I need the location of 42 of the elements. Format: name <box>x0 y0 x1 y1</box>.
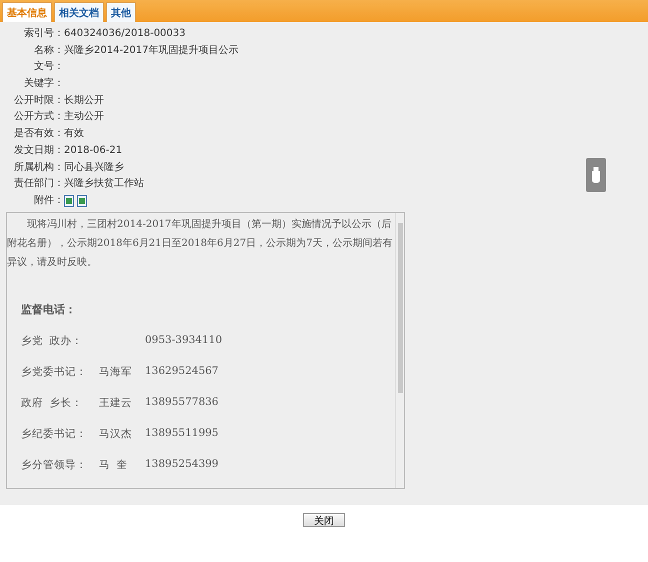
contact-phone: 0953-3934110 <box>145 334 222 348</box>
contact-name: 王建云 <box>99 396 133 410</box>
contact-role: 乡党委书记： <box>21 364 88 379</box>
tab[interactable]: 其他 <box>106 2 136 22</box>
contact-role: 乡分管领导： <box>21 458 88 472</box>
field-value: 640324036/2018-00033 <box>64 28 186 41</box>
contact-phone: 13895254399 <box>145 458 218 472</box>
section-heading: 监督电话： <box>21 302 77 317</box>
field-label: 是否有效： <box>13 128 64 141</box>
field-label: 发文日期： <box>13 144 64 158</box>
field-label: 名称： <box>33 44 64 58</box>
contact-phone: 13629524567 <box>145 364 218 379</box>
usb-drive-icon[interactable] <box>586 158 606 192</box>
close-button[interactable]: 关闭 <box>303 513 345 527</box>
field-label: 附件： <box>33 194 64 208</box>
field-label: 所属机构： <box>13 162 64 174</box>
spreadsheet-file-icon[interactable] <box>77 194 87 207</box>
contact-role: 乡纪委书记： <box>21 426 88 441</box>
notice-paragraph: 现将冯川村，三团村2014-2017年巩固提升项目（第一期）实施情况予以公示（后附花名册），公示期2018年6月21日至2018年6月27日，公示期为7天，公示期间若有异议，请及时反映。 <box>7 218 394 270</box>
field-label: 公开方式： <box>13 111 64 124</box>
contact-role: 政府 乡长： <box>21 396 84 410</box>
contact-phone: 13895511995 <box>145 426 218 441</box>
contact-name: 马 奎 <box>99 458 129 472</box>
field-label: 索引号： <box>23 28 64 41</box>
field-label: 公开时限： <box>13 94 64 108</box>
tab[interactable]: 相关文档 <box>54 2 104 22</box>
field-value: 主动公开 <box>64 111 105 124</box>
contact-name: 马海军 <box>99 364 133 379</box>
spreadsheet-file-icon[interactable] <box>64 194 74 207</box>
field-value: 兴隆乡2014-2017年巩固提升项目公示 <box>64 44 239 58</box>
contact-name: 马汉杰 <box>99 426 133 441</box>
field-label: 责任部门： <box>13 178 64 191</box>
scrollbar[interactable] <box>395 212 404 488</box>
field-value: 有效 <box>64 128 85 141</box>
field-value: 兴隆乡扶贫工作站 <box>64 178 145 191</box>
field-value: 长期公开 <box>64 94 105 108</box>
field-value: 同心县兴隆乡 <box>64 162 125 174</box>
field-label: 关键字： <box>23 78 64 91</box>
contact-role: 乡党 政办： <box>21 334 84 348</box>
field-value: 2018-06-21 <box>64 144 124 158</box>
field-label: 文号： <box>33 61 64 74</box>
contact-phone: 13895577836 <box>145 396 218 410</box>
